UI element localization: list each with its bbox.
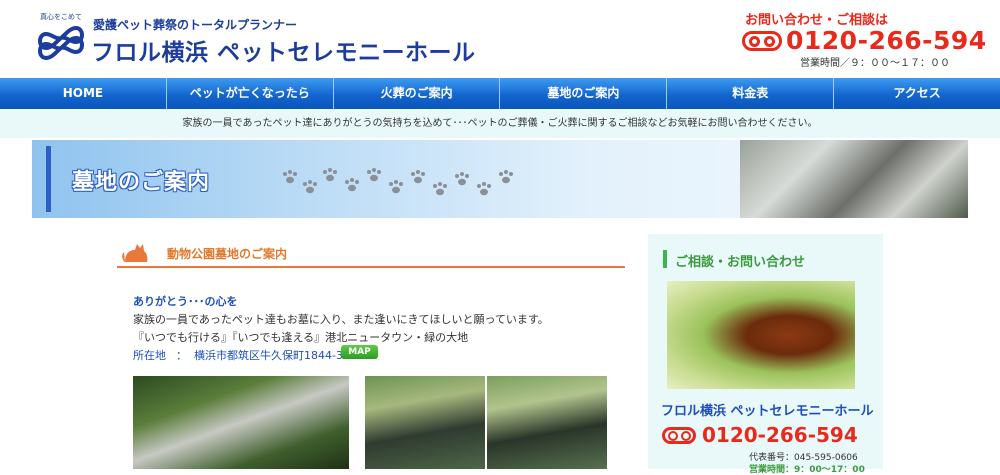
banner-accent-bar (46, 146, 51, 212)
sidebar-contact: ご相談・お問い合わせ フロル横浜 ペットセレモニーホール 0120-266-59… (648, 234, 883, 475)
sidebar-phone-number[interactable]: 0120-266-594 (702, 423, 858, 447)
nav-cemetery[interactable]: 墓地のご案内 (500, 78, 668, 109)
section-header: 動物公園墓地のご案内 (117, 236, 625, 268)
cemetery-statue-photo (133, 376, 349, 469)
sidebar-freedial-icon (662, 427, 696, 444)
cemetery-grounds-photo-1 (365, 376, 485, 469)
sidebar-accent-bar (663, 250, 667, 268)
location-address: 横浜市都筑区牛久保町1844-3 (194, 349, 343, 362)
nav-access[interactable]: アクセス (834, 78, 1000, 109)
header-phone-number[interactable]: 0120-266-594 (786, 26, 987, 55)
content-text-1: 家族の一員であったペット達もお墓に入り、また逢いにきてほしいと願っています。 (133, 313, 549, 326)
logo-subtitle: 愛護ペット葬祭のトータルプランナー (93, 18, 298, 32)
announcement-bar: 家族の一員であったペット達にありがとうの気持ちを込めて･･･ペットのご葬儀・ご火… (0, 109, 1000, 138)
site-header: 真心をこめて 愛護ペット葬祭のトータルプランナー フロル横浜 ペットセレモニーホ… (0, 0, 1000, 78)
nav-pricing[interactable]: 料金表 (667, 78, 835, 109)
sidebar-dog-photo (667, 281, 855, 389)
section-title: 動物公園墓地のご案内 (167, 247, 288, 261)
content-text-2: 『いつでも行ける』『いつでも逢える』港北ニュータウン・緑の大地 (133, 331, 469, 344)
content-heading: ありがとう･･･の心を (133, 295, 238, 308)
location-label: 所在地 (133, 349, 166, 362)
sidebar-business-name: フロル横浜 ペットセレモニーホール (661, 404, 874, 419)
logo-name[interactable]: フロル横浜 ペットセレモニーホール (91, 33, 476, 67)
sidebar-title: ご相談・お問い合わせ (675, 255, 806, 270)
main-nav: HOME ペットが亡くなったら 火葬のご案内 墓地のご案内 料金表 アクセス (0, 78, 1000, 109)
map-button[interactable]: MAP (341, 345, 378, 359)
nav-home[interactable]: HOME (0, 78, 167, 109)
banner-cemetery-photo (740, 140, 968, 218)
nav-cremation[interactable]: 火葬のご案内 (334, 78, 501, 109)
freedial-icon (742, 31, 782, 51)
location-separator: ： (176, 349, 187, 362)
paw-prints-icon (283, 168, 513, 196)
cemetery-grounds-photo-2 (487, 376, 607, 469)
cat-silhouette-icon (122, 244, 148, 262)
page-title: 墓地のご案内 (72, 170, 211, 195)
logo-icon[interactable] (36, 14, 86, 62)
header-business-hours: 営業時間／９：００～１７：００ (800, 58, 950, 69)
nav-after-passing[interactable]: ペットが亡くなったら (167, 78, 334, 109)
page-banner: 墓地のご案内 (32, 140, 968, 218)
